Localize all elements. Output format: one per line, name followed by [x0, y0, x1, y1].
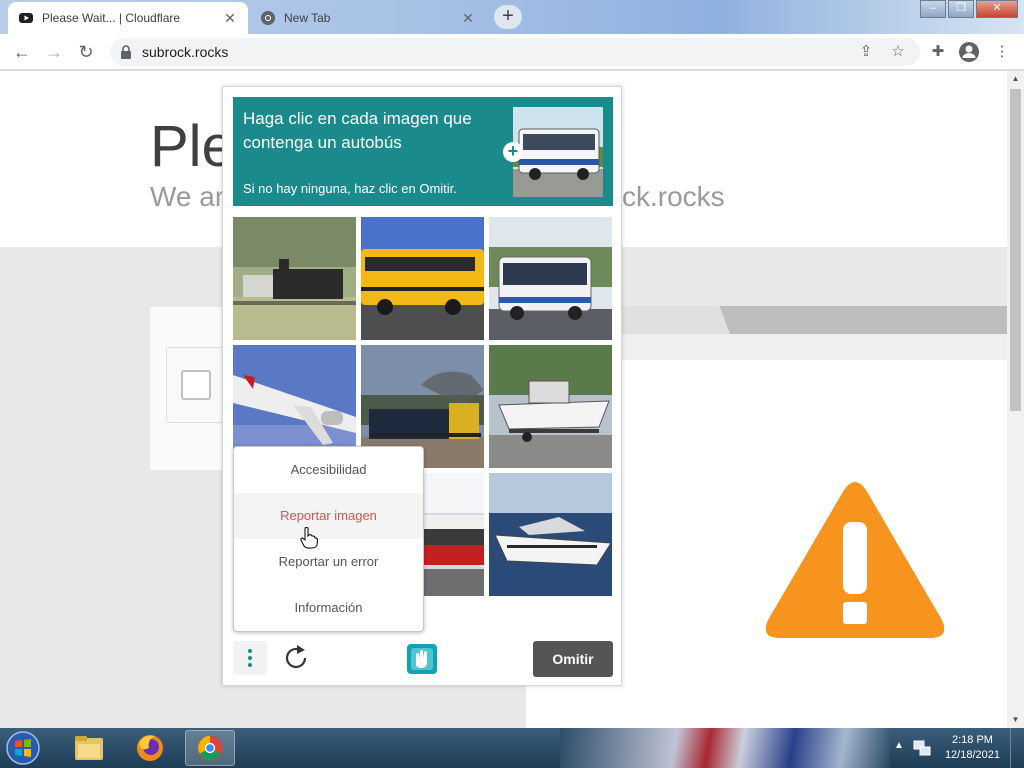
progress-underlay — [600, 334, 1007, 360]
zoom-plus-icon[interactable]: + — [503, 142, 523, 162]
tab-cloudflare[interactable]: Please Wait... | Cloudflare ✕ — [8, 2, 248, 34]
scrollbar-thumb[interactable] — [1010, 89, 1021, 411]
captcha-options-menu: Accesibilidad Reportar imagen Reportar u… — [233, 446, 424, 632]
browser-toolbar: ← → ↻ subrock.rocks ⇪ ☆ ✚ ⋮ — [0, 34, 1024, 70]
windows-start-icon[interactable] — [4, 730, 42, 766]
hand-cursor-icon — [300, 527, 318, 549]
address-bar[interactable]: subrock.rocks — [110, 38, 920, 66]
skip-button[interactable]: Omitir — [533, 641, 613, 677]
minimize-icon[interactable]: ‒ — [920, 0, 946, 18]
firefox-icon[interactable] — [125, 730, 175, 766]
captcha-challenge: Haga clic en cada imagen que contenga un… — [222, 86, 622, 686]
hcaptcha-logo-icon[interactable] — [405, 642, 439, 676]
captcha-prompt-text: Haga clic en cada imagen que contenga un… — [243, 109, 472, 152]
youtube-icon — [19, 13, 33, 23]
menu-item-report-error[interactable]: Reportar un error — [234, 539, 423, 585]
scroll-down-icon[interactable]: ▼ — [1007, 712, 1024, 728]
back-arrow-icon[interactable]: ← — [10, 40, 34, 64]
tab-new-tab[interactable]: New Tab ✕ — [250, 2, 486, 34]
captcha-tile-school-bus[interactable] — [361, 217, 484, 340]
tray-expand-icon[interactable]: ▲ — [894, 740, 904, 751]
captcha-tile-steam-locomotive[interactable] — [233, 217, 356, 340]
captcha-tile-boat-trailer[interactable] — [489, 345, 612, 468]
menu-item-accessibility[interactable]: Accesibilidad — [234, 447, 423, 493]
restore-icon[interactable]: ❐ — [948, 0, 974, 18]
captcha-footer: Omitir — [223, 639, 623, 679]
profile-avatar-icon[interactable] — [957, 40, 981, 64]
options-menu-button[interactable] — [233, 641, 267, 675]
tab-strip: Please Wait... | Cloudflare ✕ New Tab ✕ … — [0, 0, 1024, 34]
dot-icon — [248, 656, 252, 660]
warning-icon — [765, 482, 945, 638]
captcha-tile-city-bus[interactable] — [489, 217, 612, 340]
page-subtitle-domain: ck.rocks — [622, 181, 725, 212]
menu-item-report-image[interactable]: Reportar imagen — [234, 493, 423, 539]
window-close-icon[interactable]: ✕ — [976, 0, 1018, 18]
chrome-icon — [261, 11, 275, 25]
taskbar-wallpaper-strip — [560, 728, 890, 768]
menu-item-information[interactable]: Información — [234, 585, 423, 631]
url-text: subrock.rocks — [142, 44, 229, 60]
captcha-prompt: Haga clic en cada imagen que contenga un… — [233, 97, 613, 206]
show-desktop-button[interactable] — [1010, 728, 1024, 768]
page-subtitle: We ar — [150, 181, 225, 212]
windows-taskbar: ▲ 2:18 PM 12/18/2021 — [0, 728, 1024, 768]
menu-kebab-icon[interactable]: ⋮ — [990, 40, 1014, 64]
progress-bar — [600, 306, 1007, 334]
captcha-prompt-hint: Si no hay ninguna, haz clic en Omitir. — [243, 181, 457, 196]
extensions-puzzle-icon[interactable]: ✚ — [926, 40, 950, 64]
captcha-tile-speedboat[interactable] — [489, 473, 612, 596]
tab-close-icon[interactable]: ✕ — [222, 10, 238, 26]
window-controls: ‒ ❐ ✕ — [918, 0, 1018, 18]
taskbar-clock[interactable]: 2:18 PM 12/18/2021 — [945, 733, 1000, 763]
file-explorer-icon[interactable] — [64, 730, 114, 766]
dot-icon — [248, 649, 252, 653]
scroll-up-icon[interactable]: ▲ — [1007, 71, 1024, 87]
bookmark-star-icon[interactable]: ☆ — [886, 40, 910, 64]
captcha-checkbox[interactable] — [181, 370, 211, 400]
dot-icon — [248, 663, 252, 667]
share-icon[interactable]: ⇪ — [854, 40, 878, 64]
network-icon[interactable] — [912, 738, 932, 758]
clock-time: 2:18 PM — [951, 734, 993, 746]
tab-title: New Tab — [284, 11, 331, 25]
tab-title: Please Wait... | Cloudflare — [42, 11, 181, 25]
vertical-scrollbar[interactable]: ▲ ▼ — [1007, 71, 1024, 728]
reload-icon[interactable]: ↻ — [74, 40, 98, 64]
example-bus-image[interactable] — [513, 107, 603, 197]
new-tab-button[interactable]: + — [494, 5, 522, 29]
system-tray: ▲ 2:18 PM 12/18/2021 — [890, 728, 1024, 768]
tab-close-icon[interactable]: ✕ — [460, 10, 476, 26]
forward-arrow-icon[interactable]: → — [42, 40, 66, 64]
refresh-icon[interactable] — [281, 643, 311, 673]
lock-icon — [121, 45, 131, 59]
clock-date: 12/18/2021 — [944, 749, 1000, 761]
chrome-taskbar-icon[interactable] — [185, 730, 235, 766]
